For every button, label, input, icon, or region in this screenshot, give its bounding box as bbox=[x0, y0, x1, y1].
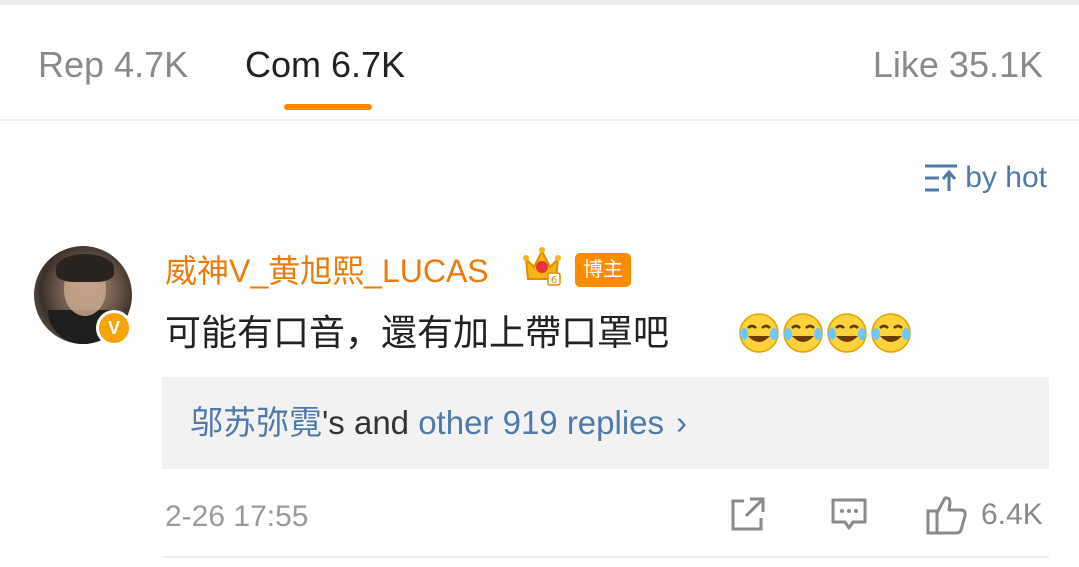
comment-username[interactable]: 威神V_黄旭熙_LUCAS bbox=[165, 251, 489, 291]
tab-bar: Rep 4.7K Com 6.7K Like 35.1K bbox=[0, 5, 1079, 119]
laugh-cry-emoji-icon bbox=[739, 313, 779, 353]
tab-comments[interactable]: Com 6.7K bbox=[245, 43, 405, 87]
reply-comment-button[interactable] bbox=[829, 494, 869, 539]
like-count: 6.4K bbox=[981, 498, 1043, 531]
sort-icon bbox=[925, 164, 958, 192]
sort-by-hot-button[interactable]: by hot bbox=[923, 158, 1047, 198]
thumbs-up-icon bbox=[926, 496, 967, 535]
verified-badge: V bbox=[96, 310, 132, 346]
laugh-cry-emoji-icon bbox=[783, 313, 823, 353]
other-replies-link[interactable]: other 919 replies bbox=[418, 404, 664, 441]
chevron-right-icon: › bbox=[676, 404, 688, 441]
crown-level: 6 bbox=[551, 275, 557, 286]
share-icon bbox=[731, 497, 765, 531]
comment-timestamp: 2-26 17:55 bbox=[165, 500, 309, 533]
emoji-group bbox=[738, 312, 912, 354]
replies-connector: 's and bbox=[322, 404, 419, 441]
comment-bubble-icon bbox=[831, 498, 867, 530]
reply-author-name[interactable]: 邬苏弥霓 bbox=[190, 404, 322, 441]
replies-summary: 邬苏弥霓's and other 919 replies › bbox=[190, 402, 687, 444]
comment-text: 可能有口音，還有加上帶口罩吧 bbox=[165, 312, 670, 353]
blogger-badge: 博主 bbox=[575, 253, 631, 287]
share-button[interactable] bbox=[728, 494, 768, 539]
like-button[interactable]: 6.4K bbox=[925, 494, 1043, 536]
laugh-cry-emoji-icon bbox=[871, 313, 911, 353]
bottom-divider bbox=[162, 556, 1049, 558]
replies-preview-button[interactable]: 邬苏弥霓's and other 919 replies › bbox=[162, 377, 1049, 469]
tab-reposts[interactable]: Rep 4.7K bbox=[38, 43, 188, 87]
sort-label: by hot bbox=[965, 161, 1047, 194]
active-tab-indicator bbox=[284, 104, 372, 110]
tabs-divider bbox=[0, 119, 1079, 121]
crown-icon: 6 bbox=[523, 247, 561, 286]
laugh-cry-emoji-icon bbox=[827, 313, 867, 353]
tab-likes[interactable]: Like 35.1K bbox=[873, 43, 1043, 87]
